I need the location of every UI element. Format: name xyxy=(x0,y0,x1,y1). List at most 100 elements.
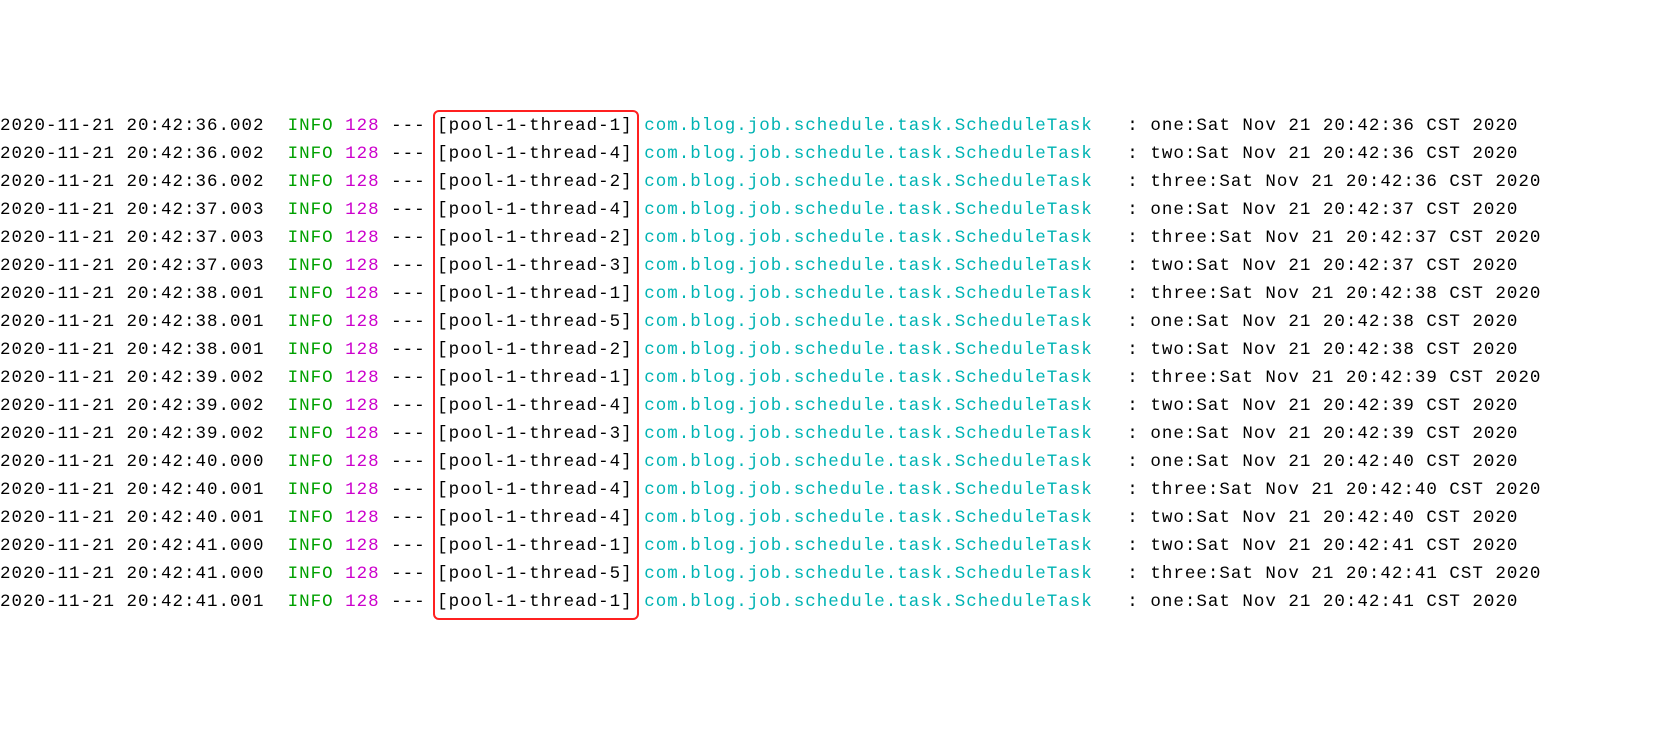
log-logger: com.blog.job.schedule.task.ScheduleTask xyxy=(644,476,1093,504)
log-logger: com.blog.job.schedule.task.ScheduleTask xyxy=(644,392,1093,420)
log-colon: : xyxy=(1127,560,1139,588)
log-line: 2020-11-21 20:42:36.002 INFO 128 --- [po… xyxy=(0,112,1666,140)
log-logger: com.blog.job.schedule.task.ScheduleTask xyxy=(644,280,1093,308)
log-timestamp: 2020-11-21 20:42:40.001 xyxy=(0,476,265,504)
log-line: 2020-11-21 20:42:39.002 INFO 128 --- [po… xyxy=(0,420,1666,448)
log-logger: com.blog.job.schedule.task.ScheduleTask xyxy=(644,560,1093,588)
log-logger: com.blog.job.schedule.task.ScheduleTask xyxy=(644,252,1093,280)
log-level: INFO xyxy=(288,112,334,140)
log-logger: com.blog.job.schedule.task.ScheduleTask xyxy=(644,112,1093,140)
log-level: INFO xyxy=(288,280,334,308)
log-pid: 128 xyxy=(345,140,380,168)
log-level: INFO xyxy=(288,308,334,336)
log-level: INFO xyxy=(288,196,334,224)
log-line: 2020-11-21 20:42:37.003 INFO 128 --- [po… xyxy=(0,224,1666,252)
log-level: INFO xyxy=(288,588,334,616)
log-line: 2020-11-21 20:42:41.000 INFO 128 --- [po… xyxy=(0,532,1666,560)
log-message: one:Sat Nov 21 20:42:38 CST 2020 xyxy=(1150,308,1518,336)
log-message: one:Sat Nov 21 20:42:40 CST 2020 xyxy=(1150,448,1518,476)
log-colon: : xyxy=(1127,196,1139,224)
log-pid: 128 xyxy=(345,504,380,532)
log-thread: [pool-1-thread-1] xyxy=(437,280,633,308)
log-logger: com.blog.job.schedule.task.ScheduleTask xyxy=(644,448,1093,476)
log-message: one:Sat Nov 21 20:42:37 CST 2020 xyxy=(1150,196,1518,224)
log-colon: : xyxy=(1127,420,1139,448)
log-pid: 128 xyxy=(345,588,380,616)
log-colon: : xyxy=(1127,476,1139,504)
log-message: two:Sat Nov 21 20:42:41 CST 2020 xyxy=(1150,532,1518,560)
log-colon: : xyxy=(1127,336,1139,364)
log-logger: com.blog.job.schedule.task.ScheduleTask xyxy=(644,420,1093,448)
log-timestamp: 2020-11-21 20:42:38.001 xyxy=(0,336,265,364)
log-timestamp: 2020-11-21 20:42:36.002 xyxy=(0,168,265,196)
log-colon: : xyxy=(1127,448,1139,476)
log-thread: [pool-1-thread-4] xyxy=(437,392,633,420)
log-separator: --- xyxy=(391,504,426,532)
log-message: two:Sat Nov 21 20:42:39 CST 2020 xyxy=(1150,392,1518,420)
log-line: 2020-11-21 20:42:38.001 INFO 128 --- [po… xyxy=(0,308,1666,336)
log-separator: --- xyxy=(391,280,426,308)
log-timestamp: 2020-11-21 20:42:41.000 xyxy=(0,532,265,560)
log-timestamp: 2020-11-21 20:42:38.001 xyxy=(0,280,265,308)
log-level: INFO xyxy=(288,252,334,280)
log-separator: --- xyxy=(391,112,426,140)
log-line: 2020-11-21 20:42:38.001 INFO 128 --- [po… xyxy=(0,336,1666,364)
log-pid: 128 xyxy=(345,560,380,588)
log-message: two:Sat Nov 21 20:42:40 CST 2020 xyxy=(1150,504,1518,532)
log-thread: [pool-1-thread-1] xyxy=(437,532,633,560)
log-logger: com.blog.job.schedule.task.ScheduleTask xyxy=(644,224,1093,252)
log-level: INFO xyxy=(288,336,334,364)
log-timestamp: 2020-11-21 20:42:39.002 xyxy=(0,364,265,392)
log-separator: --- xyxy=(391,140,426,168)
log-level: INFO xyxy=(288,476,334,504)
log-message: three:Sat Nov 21 20:42:39 CST 2020 xyxy=(1150,364,1541,392)
log-separator: --- xyxy=(391,448,426,476)
log-thread: [pool-1-thread-1] xyxy=(437,112,633,140)
log-timestamp: 2020-11-21 20:42:41.001 xyxy=(0,588,265,616)
log-thread: [pool-1-thread-1] xyxy=(437,364,633,392)
log-colon: : xyxy=(1127,140,1139,168)
log-timestamp: 2020-11-21 20:42:37.003 xyxy=(0,252,265,280)
log-timestamp: 2020-11-21 20:42:39.002 xyxy=(0,420,265,448)
log-timestamp: 2020-11-21 20:42:37.003 xyxy=(0,196,265,224)
log-separator: --- xyxy=(391,532,426,560)
log-timestamp: 2020-11-21 20:42:36.002 xyxy=(0,140,265,168)
log-thread: [pool-1-thread-2] xyxy=(437,336,633,364)
log-level: INFO xyxy=(288,168,334,196)
log-logger: com.blog.job.schedule.task.ScheduleTask xyxy=(644,336,1093,364)
log-colon: : xyxy=(1127,224,1139,252)
log-level: INFO xyxy=(288,560,334,588)
log-line: 2020-11-21 20:42:40.001 INFO 128 --- [po… xyxy=(0,476,1666,504)
log-line: 2020-11-21 20:42:40.001 INFO 128 --- [po… xyxy=(0,504,1666,532)
log-separator: --- xyxy=(391,252,426,280)
log-message: three:Sat Nov 21 20:42:37 CST 2020 xyxy=(1150,224,1541,252)
log-message: two:Sat Nov 21 20:42:36 CST 2020 xyxy=(1150,140,1518,168)
log-line: 2020-11-21 20:42:36.002 INFO 128 --- [po… xyxy=(0,140,1666,168)
log-pid: 128 xyxy=(345,364,380,392)
log-logger: com.blog.job.schedule.task.ScheduleTask xyxy=(644,532,1093,560)
log-level: INFO xyxy=(288,532,334,560)
log-message: three:Sat Nov 21 20:42:38 CST 2020 xyxy=(1150,280,1541,308)
log-line: 2020-11-21 20:42:41.000 INFO 128 --- [po… xyxy=(0,560,1666,588)
log-pid: 128 xyxy=(345,224,380,252)
log-pid: 128 xyxy=(345,532,380,560)
log-separator: --- xyxy=(391,392,426,420)
log-colon: : xyxy=(1127,392,1139,420)
log-pid: 128 xyxy=(345,196,380,224)
log-pid: 128 xyxy=(345,476,380,504)
log-line: 2020-11-21 20:42:41.001 INFO 128 --- [po… xyxy=(0,588,1666,616)
log-separator: --- xyxy=(391,336,426,364)
log-level: INFO xyxy=(288,364,334,392)
log-colon: : xyxy=(1127,280,1139,308)
log-logger: com.blog.job.schedule.task.ScheduleTask xyxy=(644,308,1093,336)
log-separator: --- xyxy=(391,308,426,336)
log-separator: --- xyxy=(391,560,426,588)
log-message: one:Sat Nov 21 20:42:41 CST 2020 xyxy=(1150,588,1518,616)
log-level: INFO xyxy=(288,420,334,448)
log-thread: [pool-1-thread-5] xyxy=(437,560,633,588)
log-separator: --- xyxy=(391,196,426,224)
log-colon: : xyxy=(1127,252,1139,280)
log-timestamp: 2020-11-21 20:42:41.000 xyxy=(0,560,265,588)
log-logger: com.blog.job.schedule.task.ScheduleTask xyxy=(644,168,1093,196)
log-colon: : xyxy=(1127,308,1139,336)
